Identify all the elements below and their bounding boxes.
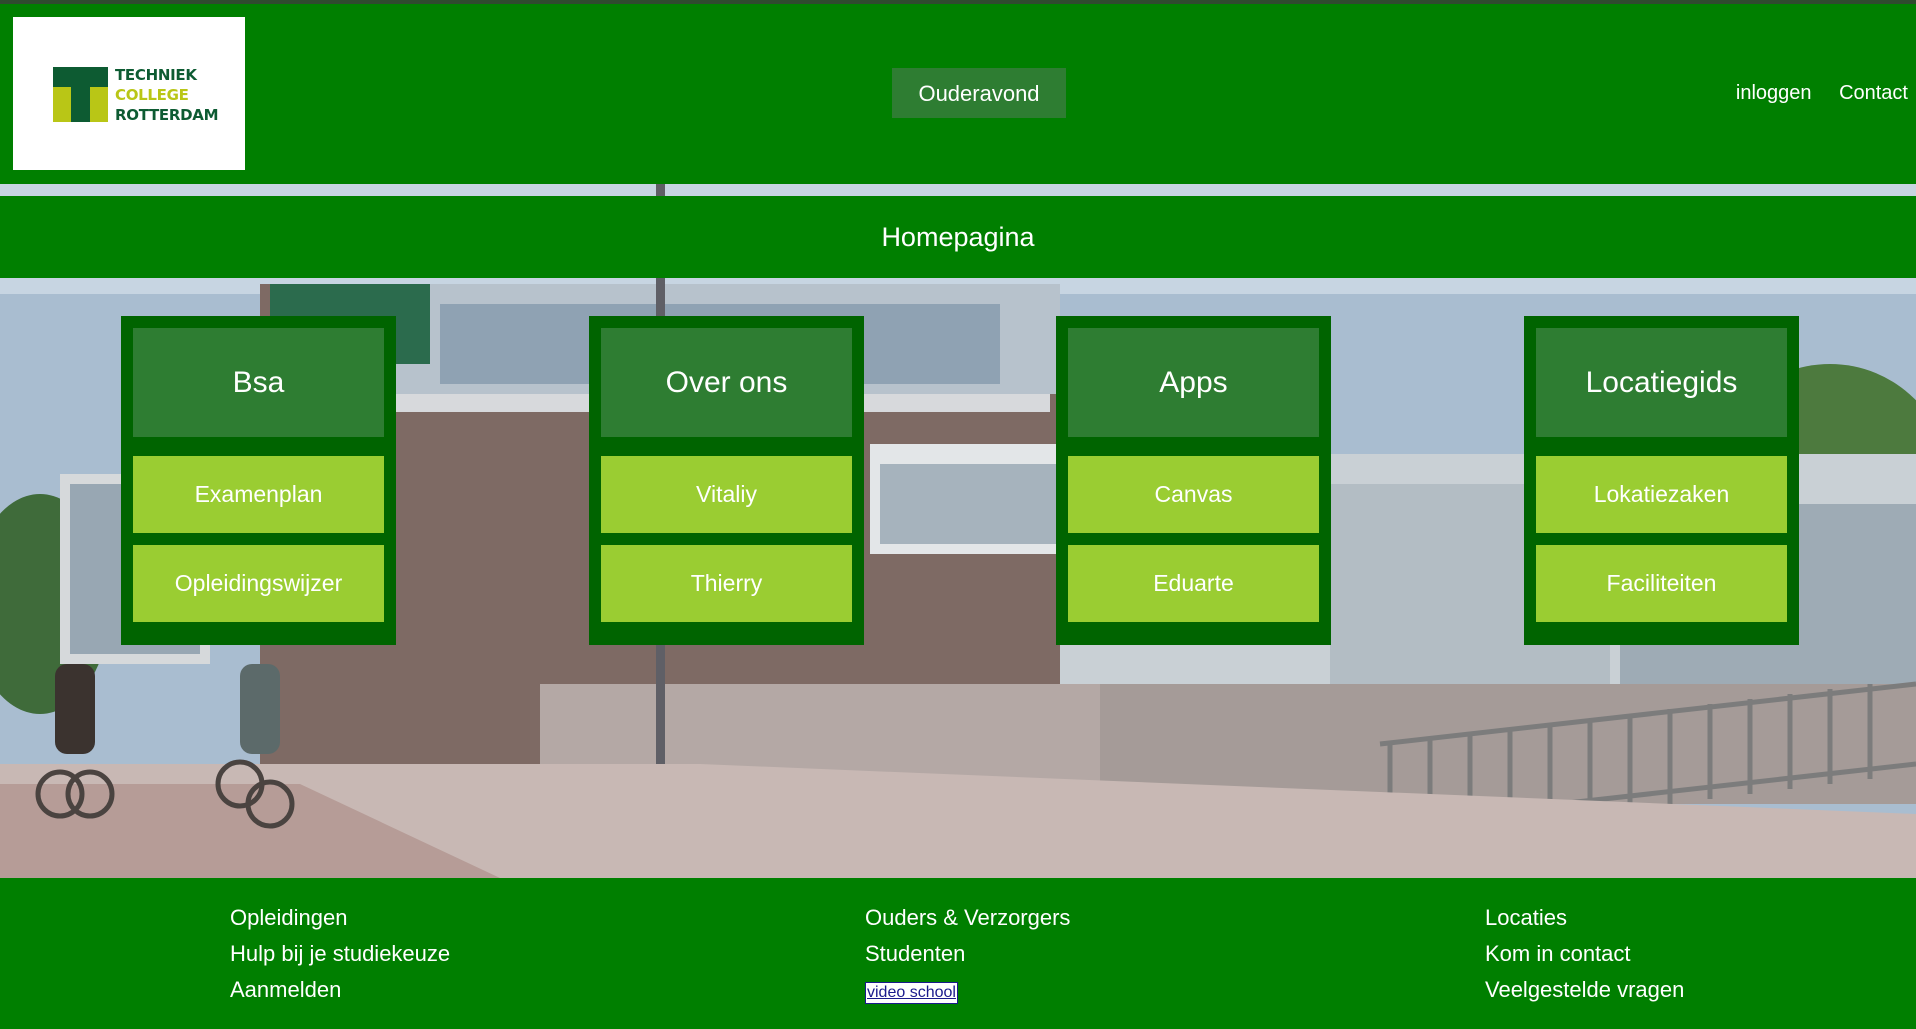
school-logo[interactable]: TECHNIEK COLLEGE ROTTERDAM <box>13 17 245 170</box>
page-title: Homepagina <box>881 222 1035 252</box>
footer-link-faq[interactable]: Veelgestelde vragen <box>1485 972 1684 1008</box>
card-locatiegids: Locatiegids Lokatiezaken Faciliteiten <box>1524 316 1799 645</box>
footer-link-hulp-studiekeuze[interactable]: Hulp bij je studiekeuze <box>230 936 450 972</box>
footer-column-2: Ouders & Verzorgers Studenten video scho… <box>865 900 1070 1008</box>
footer-link-ouders-verzorgers[interactable]: Ouders & Verzorgers <box>865 900 1070 936</box>
card-link-eduarte[interactable]: Eduarte <box>1068 545 1319 622</box>
card-title[interactable]: Locatiegids <box>1536 328 1787 437</box>
top-nav: inloggen Contact <box>1714 82 1908 105</box>
footer-link-locaties[interactable]: Locaties <box>1485 900 1684 936</box>
card-title[interactable]: Apps <box>1068 328 1319 437</box>
site-footer: Opleidingen Hulp bij je studiekeuze Aanm… <box>0 878 1916 1029</box>
logo-t-icon <box>53 67 108 122</box>
card-link-opleidingswijzer[interactable]: Opleidingswijzer <box>133 545 384 622</box>
logo-line-1: TECHNIEK <box>115 66 197 84</box>
site-header: TECHNIEK COLLEGE ROTTERDAM Ouderavond in… <box>0 4 1916 184</box>
card-title[interactable]: Over ons <box>601 328 852 437</box>
logo-wordmark: TECHNIEK COLLEGE ROTTERDAM <box>115 65 219 125</box>
logo-line-2: COLLEGE <box>115 86 189 104</box>
page-banner: Homepagina <box>0 196 1916 278</box>
card-link-lokatiezaken[interactable]: Lokatiezaken <box>1536 456 1787 533</box>
card-link-examenplan[interactable]: Examenplan <box>133 456 384 533</box>
ouderavond-button[interactable]: Ouderavond <box>892 68 1066 118</box>
footer-column-1: Opleidingen Hulp bij je studiekeuze Aanm… <box>230 900 450 1008</box>
logo-line-3: ROTTERDAM <box>115 106 219 124</box>
footer-column-3: Locaties Kom in contact Veelgestelde vra… <box>1485 900 1684 1008</box>
contact-link[interactable]: Contact <box>1839 82 1908 104</box>
card-bsa: Bsa Examenplan Opleidingswijzer <box>121 316 396 645</box>
card-title[interactable]: Bsa <box>133 328 384 437</box>
card-over-ons: Over ons Vitaliy Thierry <box>589 316 864 645</box>
card-link-faciliteiten[interactable]: Faciliteiten <box>1536 545 1787 622</box>
card-link-canvas[interactable]: Canvas <box>1068 456 1319 533</box>
card-apps: Apps Canvas Eduarte <box>1056 316 1331 645</box>
footer-link-kom-in-contact[interactable]: Kom in contact <box>1485 936 1684 972</box>
login-link[interactable]: inloggen <box>1736 82 1812 104</box>
footer-link-studenten[interactable]: Studenten <box>865 936 1070 972</box>
footer-link-video-school[interactable]: video school <box>865 982 958 1004</box>
footer-link-aanmelden[interactable]: Aanmelden <box>230 972 450 1008</box>
card-link-vitaliy[interactable]: Vitaliy <box>601 456 852 533</box>
card-link-thierry[interactable]: Thierry <box>601 545 852 622</box>
footer-link-opleidingen[interactable]: Opleidingen <box>230 900 450 936</box>
